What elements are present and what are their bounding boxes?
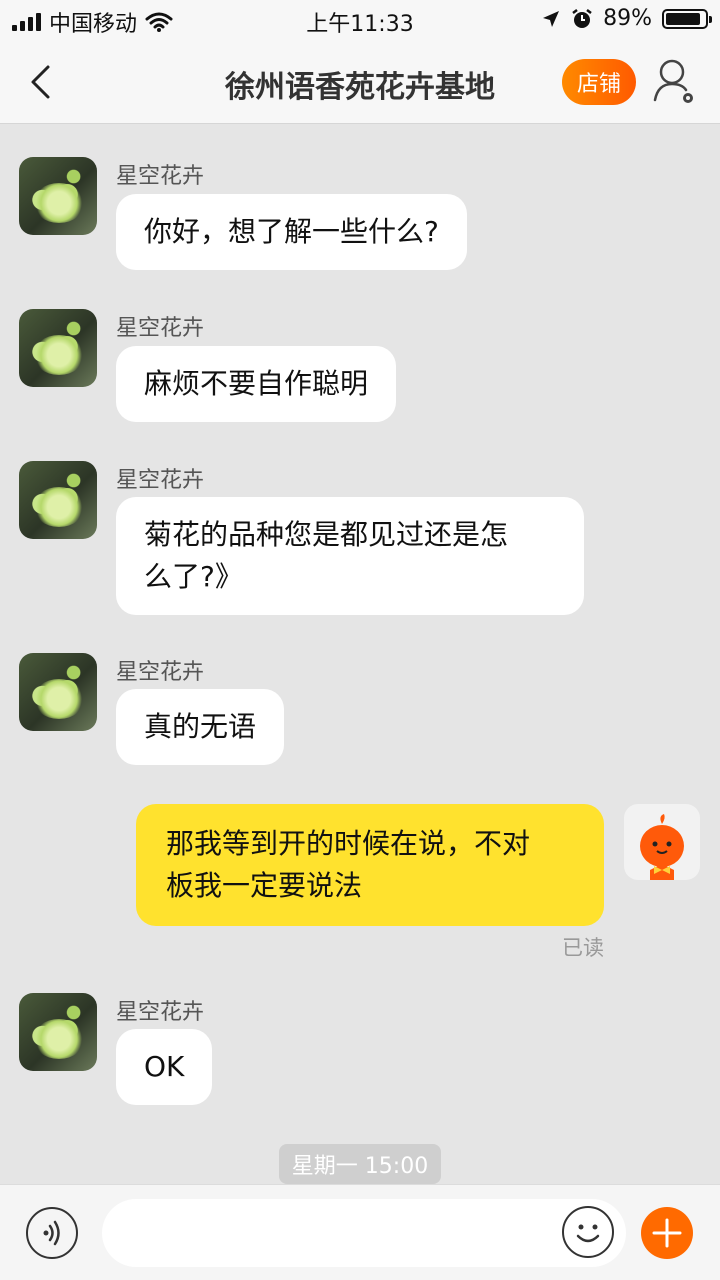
nav-bar: 徐州语香苑花卉基地 店铺 (0, 40, 720, 124)
plus-icon (652, 1218, 682, 1248)
avatar[interactable] (19, 461, 97, 539)
avatar[interactable] (19, 309, 97, 387)
page-title: 徐州语香苑花卉基地 (225, 70, 495, 105)
sender-name: 星空花卉 (116, 316, 205, 341)
store-button[interactable]: 店铺 (562, 59, 636, 105)
avatar[interactable] (19, 993, 97, 1071)
sender-name: 星空花卉 (116, 164, 205, 189)
store-button-label: 店铺 (576, 72, 621, 97)
message-bubble[interactable]: 麻烦不要自作聪明 (116, 346, 397, 422)
location-arrow-icon (543, 10, 560, 27)
emoji-button[interactable] (562, 1206, 614, 1258)
message-input[interactable] (102, 1199, 626, 1267)
voice-button[interactable] (26, 1207, 78, 1259)
sender-name: 星空花卉 (116, 468, 205, 493)
sender-name: 星空花卉 (116, 1000, 205, 1025)
message-bubble[interactable]: 真的无语 (116, 689, 285, 765)
sender-name: 星空花卉 (116, 660, 205, 685)
my-avatar[interactable] (624, 804, 700, 880)
message-bubble[interactable]: OK (116, 1029, 213, 1105)
mascot-icon (640, 814, 684, 880)
message-bubble[interactable]: 菊花的品种您是都见过还是怎 么了?》 (116, 497, 584, 615)
avatar[interactable] (19, 653, 97, 731)
input-bar (0, 1184, 720, 1280)
battery-icon (662, 8, 712, 29)
chevron-left-icon (31, 65, 50, 99)
avatar[interactable] (19, 157, 97, 235)
my-message-bubble[interactable]: 那我等到开的时候在说，不对 板我一定要说法 (136, 804, 604, 926)
battery-fill (666, 12, 700, 25)
timestamp-pill: 星期一 15:00 (279, 1144, 441, 1184)
more-button[interactable] (641, 1207, 693, 1259)
battery-percent: 89% (603, 6, 652, 31)
user-settings-icon (653, 59, 693, 103)
status-right: 89% (541, 6, 712, 31)
message-bubble[interactable]: 你好，想了解一些什么? (116, 194, 467, 270)
smiley-icon (576, 1224, 600, 1243)
read-status: 已读 (562, 936, 604, 960)
voice-icon (43, 1220, 60, 1246)
profile-settings-button[interactable] (652, 56, 700, 108)
alarm-icon (572, 8, 592, 28)
back-button[interactable] (20, 58, 60, 106)
status-bar: 中国移动 上午11:33 89% (0, 0, 720, 40)
